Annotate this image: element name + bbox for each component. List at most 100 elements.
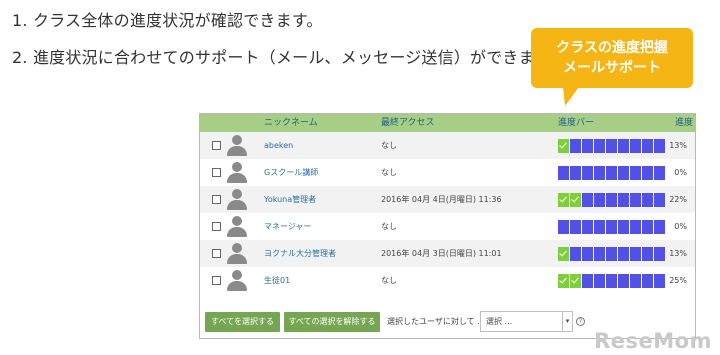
progress-segment <box>642 166 653 180</box>
progress-segment <box>642 247 653 261</box>
progress-percent: 13% <box>669 249 687 258</box>
bulk-action-label: 選択したユーザに対して ... <box>387 317 485 326</box>
row-checkbox[interactable] <box>212 195 221 204</box>
user-nickname-link[interactable]: マネージャー <box>264 213 311 240</box>
progress-segment <box>618 193 629 207</box>
row-checkbox[interactable] <box>212 249 221 258</box>
table-row: Gスクール講師 なし 0% <box>200 159 695 186</box>
progress-panel: ニックネーム 最終アクセス 進度バー 進度 abeken なし 13% Gスクール講師… <box>199 113 696 339</box>
header-progress-bar: 進度バー <box>558 118 595 128</box>
progress-segment <box>582 274 593 288</box>
user-avatar-icon <box>227 189 247 210</box>
progress-segment <box>570 139 581 153</box>
progress-segment <box>570 220 581 234</box>
progress-segment <box>558 274 569 288</box>
callout-bubble: クラスの進度把握 メールサポート <box>531 28 693 106</box>
progress-segment <box>558 193 569 207</box>
progress-segment <box>654 193 665 207</box>
user-avatar-icon <box>227 216 247 237</box>
progress-segment <box>558 166 569 180</box>
bulk-action-select-value: 選択 ... <box>486 317 513 326</box>
progress-segment <box>630 247 641 261</box>
progress-segment <box>558 247 569 261</box>
row-checkbox[interactable] <box>212 276 221 285</box>
progress-segment <box>630 139 641 153</box>
intro-line-2: 2. 進度状況に合わせてのサポート（メール、メッセージ送信）ができます。 <box>12 48 566 67</box>
progress-segment <box>570 274 581 288</box>
progress-segment <box>606 166 617 180</box>
progress-percent: 22% <box>669 195 687 204</box>
progress-segment <box>618 274 629 288</box>
progress-segment <box>582 166 593 180</box>
last-access: 2016年 04月 4日(月曜日) 11:36 <box>381 195 502 204</box>
table-row: abeken なし 13% <box>200 132 695 159</box>
user-avatar-icon <box>227 270 247 291</box>
row-checkbox[interactable] <box>212 141 221 150</box>
progress-bar <box>558 274 665 288</box>
intro-line-1: 1. クラス全体の進度状況が確認できます。 <box>12 11 323 30</box>
table-row: Yokuna管理者 2016年 04月 4日(月曜日) 11:36 22% <box>200 186 695 213</box>
progress-percent: 25% <box>669 276 687 285</box>
progress-segment <box>570 166 581 180</box>
row-checkbox[interactable] <box>212 222 221 231</box>
progress-segment <box>654 166 665 180</box>
progress-segment <box>606 247 617 261</box>
progress-bar <box>558 247 665 261</box>
progress-segment <box>582 247 593 261</box>
user-nickname-link[interactable]: abeken <box>264 132 293 159</box>
progress-segment <box>630 220 641 234</box>
progress-segment <box>654 220 665 234</box>
deselect-all-button[interactable]: すべての選択を解除する <box>284 312 380 332</box>
progress-segment <box>630 166 641 180</box>
callout-line-1: クラスの進度把握 <box>556 40 668 56</box>
chevron-down-icon[interactable]: ▾ <box>562 312 572 331</box>
progress-segment <box>594 247 605 261</box>
user-avatar-icon <box>227 243 247 264</box>
progress-segment <box>618 247 629 261</box>
last-access: なし <box>381 222 397 231</box>
progress-bar <box>558 220 665 234</box>
user-nickname-link[interactable]: 生徒01 <box>264 267 290 294</box>
user-nickname-link[interactable]: Gスクール講師 <box>264 159 318 186</box>
progress-segment <box>642 193 653 207</box>
select-all-button[interactable]: すべてを選択する <box>205 312 280 332</box>
progress-segment <box>582 139 593 153</box>
progress-percent: 13% <box>669 141 687 150</box>
row-checkbox[interactable] <box>212 168 221 177</box>
progress-segment <box>582 220 593 234</box>
progress-bar <box>558 193 665 207</box>
progress-segment <box>582 193 593 207</box>
progress-segment <box>654 139 665 153</box>
header-last-access[interactable]: 最終アクセス <box>381 114 435 132</box>
progress-segment <box>618 166 629 180</box>
bulk-action-select[interactable]: 選択 ... ▾ <box>480 311 573 332</box>
callout-line-2: メールサポート <box>563 60 661 76</box>
user-nickname-link[interactable]: ヨクナル大分管理者 <box>264 240 336 267</box>
progress-segment <box>606 139 617 153</box>
user-nickname-link[interactable]: Yokuna管理者 <box>264 186 316 213</box>
table-header: ニックネーム 最終アクセス 進度バー 進度 <box>200 114 695 132</box>
progress-segment <box>642 274 653 288</box>
last-access: なし <box>381 276 397 285</box>
progress-segment <box>594 220 605 234</box>
progress-bar <box>558 166 665 180</box>
header-nickname[interactable]: ニックネーム <box>264 114 318 132</box>
header-progress[interactable]: 進度 <box>675 114 693 132</box>
progress-segment <box>606 193 617 207</box>
last-access: なし <box>381 141 397 150</box>
progress-segment <box>630 274 641 288</box>
table-row: マネージャー なし 0% <box>200 213 695 240</box>
progress-segment <box>618 139 629 153</box>
last-access: なし <box>381 168 397 177</box>
table-row: ヨクナル大分管理者 2016年 04月 3日(日曜日) 11:01 13% <box>200 240 695 267</box>
last-access: 2016年 04月 3日(日曜日) 11:01 <box>381 249 502 258</box>
help-icon[interactable]: ? <box>576 317 585 326</box>
progress-segment <box>606 220 617 234</box>
progress-segment <box>630 193 641 207</box>
progress-segment <box>594 166 605 180</box>
callout-tail <box>563 87 579 106</box>
progress-percent: 0% <box>674 222 687 231</box>
progress-segment <box>618 220 629 234</box>
progress-bar <box>558 139 665 153</box>
progress-segment <box>570 193 581 207</box>
